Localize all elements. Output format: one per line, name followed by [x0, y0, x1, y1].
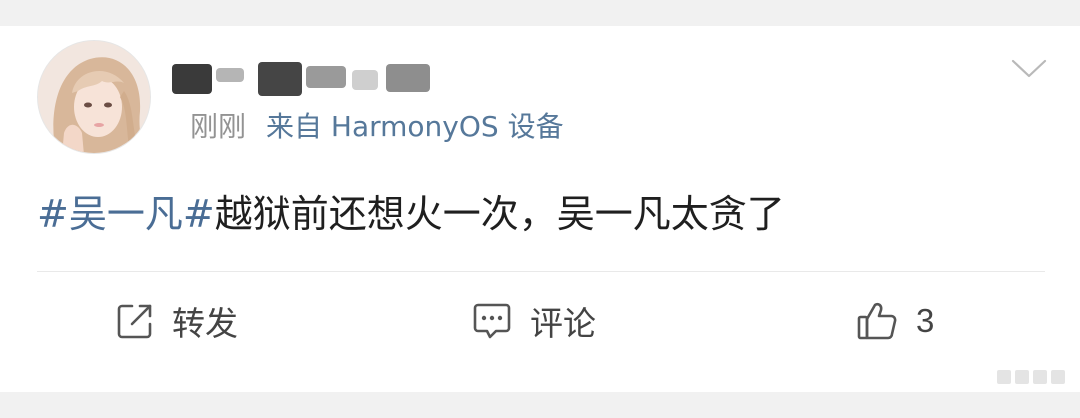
like-count: 3 — [916, 302, 935, 339]
post-card: 刚刚 来自 HarmonyOS 设备 #吴一凡#越狱前还想火一次，吴一凡太贪了 转… — [0, 26, 1080, 392]
avatar-photo — [38, 41, 150, 153]
share-box-icon — [117, 304, 152, 339]
hashtag-link[interactable]: #吴一凡# — [37, 192, 215, 236]
post-source[interactable]: 来自 HarmonyOS 设备 — [266, 110, 564, 143]
comment-button[interactable]: 评论 — [472, 298, 596, 344]
post-time: 刚刚 — [190, 110, 247, 143]
thumbs-up-icon — [857, 302, 897, 340]
divider — [37, 271, 1045, 272]
post-menu[interactable] — [1011, 58, 1047, 80]
author-username-redacted[interactable] — [172, 58, 434, 98]
post-body-text: 越狱前还想火一次，吴一凡太贪了 — [214, 192, 785, 236]
repost-label: 转发 — [172, 304, 238, 343]
watermark-logo — [997, 370, 1065, 384]
like-button[interactable]: 3 — [856, 298, 934, 344]
author-avatar[interactable] — [37, 40, 151, 154]
comment-label: 评论 — [530, 304, 596, 343]
chevron-down-icon — [1011, 59, 1047, 78]
post-meta: 刚刚 来自 HarmonyOS 设备 — [190, 109, 564, 145]
post-content: #吴一凡#越狱前还想火一次，吴一凡太贪了 — [37, 190, 785, 238]
comment-bubble-icon — [473, 303, 511, 339]
top-separator-strip — [0, 0, 1080, 26]
repost-button[interactable]: 转发 — [116, 298, 238, 344]
bottom-separator-strip — [0, 392, 1080, 418]
